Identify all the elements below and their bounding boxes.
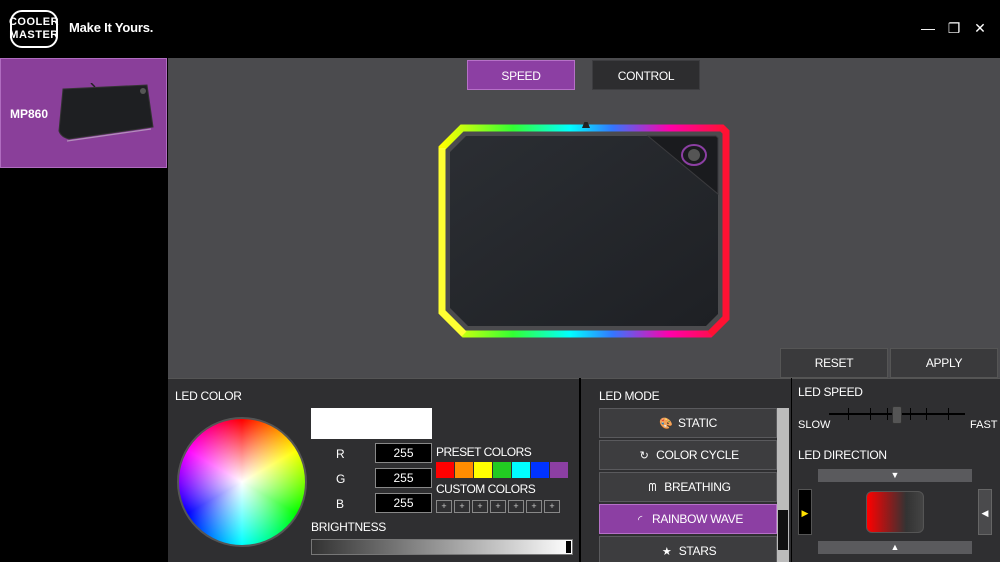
apply-button[interactable]: APPLY — [890, 348, 998, 378]
led-color-panel: LED COLOR R G B PRESET COLORS CUSTOM COL… — [168, 378, 579, 562]
led-mode-label: COLOR CYCLE — [656, 448, 739, 462]
led-speed-title: LED SPEED — [798, 385, 863, 399]
preset-color-swatch[interactable] — [550, 462, 568, 478]
led-mode-title: LED MODE — [599, 389, 660, 403]
speed-tick — [870, 408, 871, 420]
triangle-down-icon: ▼ — [890, 470, 900, 480]
color-wheel[interactable] — [177, 417, 307, 547]
led-mode-label: STATIC — [677, 416, 718, 430]
led-mode-panel: LED MODE 🎨 STATIC ↻ COLOR CYCLE ᗰ BREATHING ◜ R… — [581, 378, 791, 562]
preset-color-swatch[interactable] — [436, 462, 454, 478]
b-label: B — [336, 497, 345, 511]
r-input[interactable] — [375, 443, 432, 463]
r-label: R — [336, 447, 345, 461]
led-mode-label: BREATHING — [664, 480, 731, 494]
preset-color-swatch[interactable] — [512, 462, 530, 478]
speed-tick — [910, 408, 911, 420]
triangle-left-icon: ◀ — [981, 508, 989, 518]
b-input[interactable] — [375, 493, 432, 513]
star-icon: ★ — [661, 546, 672, 558]
led-mode-stars[interactable]: ★ STARS — [599, 536, 777, 562]
custom-color-slot[interactable]: + — [436, 500, 452, 513]
refresh-icon: ↻ — [639, 450, 649, 462]
preview-canvas: SPEED CONTROL RESET APPLY — [168, 58, 1000, 378]
preset-color-swatch[interactable] — [531, 462, 549, 478]
direction-up-button[interactable]: ▼ — [818, 469, 972, 482]
g-input[interactable] — [375, 468, 432, 488]
brightness-label: BRIGHTNESS — [311, 520, 387, 534]
rainbow-icon: ◜ — [637, 514, 642, 526]
mousepad-thumbnail — [58, 83, 154, 142]
custom-color-slot[interactable]: + — [454, 500, 470, 513]
brightness-knob[interactable] — [566, 541, 571, 553]
preset-color-swatch[interactable] — [474, 462, 492, 478]
mode-scrollbar[interactable] — [777, 408, 789, 562]
minimize-icon[interactable]: — — [920, 20, 936, 36]
led-direction-title: LED DIRECTION — [798, 448, 887, 462]
reset-button[interactable]: RESET — [780, 348, 888, 378]
led-mode-rainbow-wave[interactable]: ◜ RAINBOW WAVE — [599, 504, 777, 534]
speed-tick — [948, 408, 949, 420]
custom-color-slot[interactable]: + — [490, 500, 506, 513]
preset-colors-row — [436, 462, 568, 478]
device-sidebar: MP860 — [0, 58, 168, 562]
direction-right-button[interactable]: ◀ — [978, 489, 992, 535]
lungs-icon: ᗰ — [648, 482, 657, 494]
led-speed-knob[interactable] — [892, 406, 902, 424]
led-mode-color-cycle[interactable]: ↻ COLOR CYCLE — [599, 440, 777, 470]
speed-tick — [887, 408, 888, 420]
device-name: MP860 — [10, 107, 49, 121]
custom-colors-title: CUSTOM COLORS — [436, 482, 536, 496]
slow-label: SLOW — [798, 419, 831, 431]
brightness-slider[interactable] — [311, 539, 573, 555]
preset-color-swatch[interactable] — [493, 462, 511, 478]
speed-tick — [848, 408, 849, 420]
direction-preview-pad — [866, 491, 924, 533]
led-mode-breathing[interactable]: ᗰ BREATHING — [599, 472, 777, 502]
tab-speed[interactable]: SPEED — [467, 60, 575, 90]
close-icon[interactable]: ✕ — [972, 20, 988, 36]
maximize-icon[interactable]: ❐ — [946, 20, 962, 36]
logo-text-line2: MASTER — [9, 29, 59, 41]
color-preview-swatch — [311, 408, 432, 439]
led-mode-label: STARS — [678, 544, 717, 558]
custom-color-slot[interactable]: + — [526, 500, 542, 513]
custom-color-slot[interactable]: + — [508, 500, 524, 513]
direction-left-button[interactable]: ▶ — [798, 489, 812, 535]
led-color-title: LED COLOR — [175, 389, 242, 403]
palette-icon: 🎨 — [659, 418, 673, 430]
custom-color-slot[interactable]: + — [472, 500, 488, 513]
speed-tick — [926, 408, 927, 420]
led-mode-list: 🎨 STATIC ↻ COLOR CYCLE ᗰ BREATHING ◜ RAINBOW WA… — [599, 408, 777, 562]
led-mode-label: RAINBOW WAVE — [651, 512, 744, 526]
tagline: Make It Yours. — [69, 20, 154, 35]
fast-label: FAST — [970, 419, 998, 431]
custom-colors-row: + + + + + + + — [436, 500, 560, 513]
logo-text-line1: COOLER — [8, 16, 60, 28]
mode-scrollbar-thumb[interactable] — [778, 510, 788, 550]
g-label: G — [336, 472, 346, 486]
mousepad-preview — [438, 122, 730, 338]
preset-colors-title: PRESET COLORS — [436, 445, 532, 459]
cooler-master-logo: COOLER MASTER — [8, 10, 60, 48]
preset-color-swatch[interactable] — [455, 462, 473, 478]
device-card-mp860[interactable]: MP860 — [0, 58, 167, 168]
title-bar: COOLER MASTER Make It Yours. — ❐ ✕ — [0, 0, 1000, 58]
triangle-right-icon: ▶ — [801, 508, 809, 518]
triangle-up-icon: ▲ — [890, 542, 900, 552]
custom-color-slot[interactable]: + — [544, 500, 560, 513]
led-mode-static[interactable]: 🎨 STATIC — [599, 408, 777, 438]
direction-down-button[interactable]: ▲ — [818, 541, 972, 554]
led-speed-panel: LED SPEED SLOW FAST LED DIRECTION ▼ ▲ ▶ … — [792, 378, 1000, 562]
tab-control[interactable]: CONTROL — [592, 60, 700, 90]
